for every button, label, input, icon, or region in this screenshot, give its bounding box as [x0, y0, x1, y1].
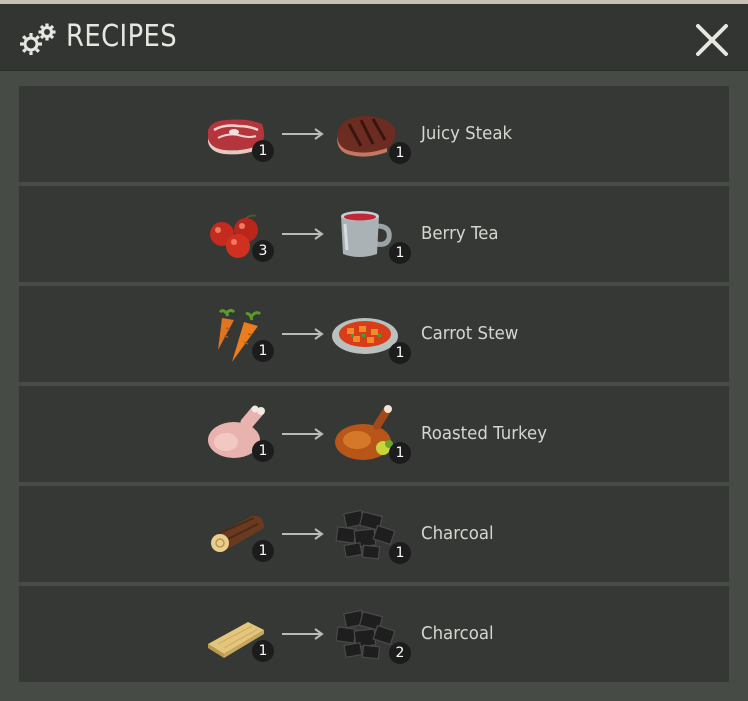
recipe-row-berry-tea[interactable]: 3 1 Berry Tea: [19, 186, 729, 282]
arrow-right-icon: [282, 628, 324, 640]
recipe-name: Roasted Turkey: [421, 423, 548, 444]
arrow-right-icon: [282, 228, 324, 240]
recipe-name: Charcoal: [421, 623, 494, 644]
recipe-row-charcoal-plank[interactable]: 1 2 Charcoal: [19, 586, 729, 682]
gears-icon: [20, 23, 56, 55]
recipe-row-roasted-turkey[interactable]: 1 1 Roasted Turkey: [19, 386, 729, 482]
arrow-right-icon: [282, 428, 324, 440]
close-icon[interactable]: [694, 22, 730, 58]
recipe-row-charcoal-log[interactable]: 1 1 Charcoal: [19, 486, 729, 582]
result-quantity-badge: 1: [389, 242, 411, 264]
recipe-list: 1 1 Juicy Steak 3 1 Berry Tea 1 1 Carrot…: [19, 86, 729, 686]
result-quantity-badge: 2: [389, 642, 411, 664]
recipe-name: Berry Tea: [421, 223, 499, 244]
result-quantity-badge: 1: [389, 342, 411, 364]
recipes-header: RECIPES: [0, 4, 748, 71]
recipe-row-carrot-stew[interactable]: 1 1 Carrot Stew: [19, 286, 729, 382]
ingredient-quantity-badge: 3: [252, 240, 274, 262]
ingredient-quantity-badge: 1: [252, 440, 274, 462]
ingredient-quantity-badge: 1: [252, 340, 274, 362]
arrow-right-icon: [282, 128, 324, 140]
page-title: RECIPES: [66, 19, 178, 54]
recipe-name: Carrot Stew: [421, 323, 519, 344]
arrow-right-icon: [282, 328, 324, 340]
result-quantity-badge: 1: [389, 142, 411, 164]
ingredient-quantity-badge: 1: [252, 540, 274, 562]
ingredient-quantity-badge: 1: [252, 640, 274, 662]
arrow-right-icon: [282, 528, 324, 540]
ingredient-quantity-badge: 1: [252, 140, 274, 162]
recipe-name: Juicy Steak: [421, 123, 513, 144]
recipe-name: Charcoal: [421, 523, 494, 544]
result-quantity-badge: 1: [389, 442, 411, 464]
recipe-row-juicy-steak[interactable]: 1 1 Juicy Steak: [19, 86, 729, 182]
result-quantity-badge: 1: [389, 542, 411, 564]
